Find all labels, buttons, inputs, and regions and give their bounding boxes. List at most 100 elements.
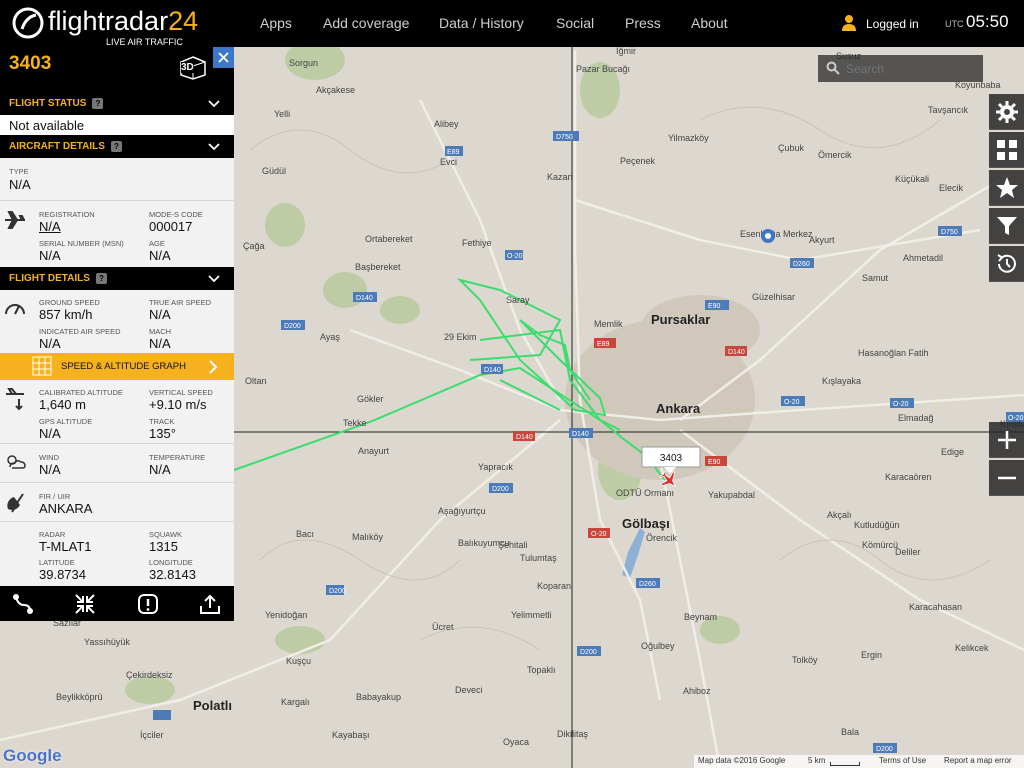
- fir-label: FIR / UIR: [39, 492, 71, 501]
- place-label: Topaklı: [527, 665, 556, 675]
- vertical-speed-label: VERTICAL SPEED: [149, 388, 213, 397]
- alert-icon[interactable]: [137, 593, 159, 615]
- track-label: TRACK: [149, 417, 175, 426]
- speed-section: GROUND SPEED 857 km/h TRUE AIR SPEED N/A…: [0, 290, 234, 354]
- search-input[interactable]: [844, 59, 978, 79]
- graph-button-label: SPEED & ALTITUDE GRAPH: [61, 361, 186, 372]
- filter-button[interactable]: [989, 208, 1024, 244]
- aircraft-details-header[interactable]: AIRCRAFT DETAILS?: [0, 135, 234, 158]
- calibrated-altitude-label: CALIBRATED ALTITUDE: [39, 388, 123, 397]
- bookmarks-button[interactable]: [989, 170, 1024, 206]
- 3d-cube-icon[interactable]: 3D: [180, 56, 206, 80]
- utc-clock: 05:50: [966, 12, 1009, 31]
- close-button[interactable]: [213, 47, 234, 68]
- road-shield-label: E89: [597, 341, 610, 348]
- radar-value: T-MLAT1: [39, 539, 92, 554]
- place-label: Peçenek: [620, 156, 656, 166]
- place-label: Tulumtaş: [520, 553, 557, 563]
- road-shield-label: D140: [728, 349, 745, 356]
- place-label: Gökler: [357, 394, 384, 404]
- route-icon[interactable]: [12, 593, 34, 615]
- history-icon: [996, 253, 1016, 273]
- place-label: Dikilitaş: [557, 729, 589, 739]
- longitude-label: LONGITUDE: [149, 558, 193, 567]
- widgets-button[interactable]: [989, 132, 1024, 168]
- place-label: Esenboğa Merkez: [740, 229, 813, 239]
- share-icon[interactable]: [199, 593, 221, 615]
- place-label: Güdül: [262, 166, 286, 176]
- road-shield-label: D260: [639, 581, 656, 588]
- settings-button[interactable]: [989, 94, 1024, 130]
- road-shield-label: D200: [492, 486, 509, 493]
- zoom-in-button[interactable]: [989, 422, 1024, 458]
- airplane-icon: [0, 211, 30, 229]
- nav-add-coverage[interactable]: Add coverage: [323, 15, 409, 31]
- search-box[interactable]: [818, 55, 983, 82]
- road-shield-label: O-20: [1008, 415, 1024, 422]
- place-label: Yassıhüyük: [84, 637, 130, 647]
- scale-bar: [830, 762, 860, 766]
- place-label: Samut: [862, 273, 889, 283]
- place-label: Akçalı: [827, 510, 852, 520]
- search-icon: [826, 61, 840, 75]
- vertical-speed-value: +9.10 m/s: [149, 397, 207, 412]
- place-label: Bacı: [296, 529, 314, 539]
- pin-icon[interactable]: [761, 229, 775, 243]
- help-icon[interactable]: ?: [95, 272, 107, 284]
- google-logo[interactable]: Google: [3, 746, 62, 766]
- altitude-section: CALIBRATED ALTITUDE 1,640 m VERTICAL SPE…: [0, 380, 234, 444]
- modes-label: MODE-S CODE: [149, 210, 203, 219]
- place-label: Fethiye: [462, 238, 492, 248]
- user-login-status[interactable]: Logged in: [866, 17, 919, 31]
- place-label: Çubuk: [778, 143, 805, 153]
- grid-icon: [996, 139, 1017, 160]
- place-label: Başbereket: [355, 262, 401, 272]
- logo-wordmark: flightradar24: [48, 6, 199, 36]
- flight-details-header[interactable]: FLIGHT DETAILS?: [0, 267, 234, 290]
- nav-social[interactable]: Social: [556, 15, 594, 31]
- flight-status-row: Not available: [0, 115, 234, 135]
- terms-link[interactable]: Terms of Use: [879, 756, 926, 765]
- radar-label: RADAR: [39, 530, 66, 539]
- place-label: Ergin: [861, 650, 882, 660]
- wind-label: WIND: [39, 453, 59, 462]
- nav-about[interactable]: About: [691, 15, 728, 31]
- nav-data-history[interactable]: Data / History: [439, 15, 524, 31]
- longitude-value: 32.8143: [149, 567, 196, 582]
- report-error-link[interactable]: Report a map error: [944, 756, 1012, 765]
- minus-icon: [997, 476, 1016, 479]
- registration-link[interactable]: N/A: [39, 219, 61, 234]
- place-label: İçciler: [140, 730, 164, 740]
- weather-section: WIND N/A TEMPERATURE N/A: [0, 444, 234, 483]
- nav-apps[interactable]: Apps: [260, 15, 292, 31]
- age-label: AGE: [149, 239, 165, 248]
- place-label: Aşağıyurtçu: [438, 506, 486, 516]
- place-label: Yelimmetli: [511, 610, 552, 620]
- nav-press[interactable]: Press: [625, 15, 661, 31]
- place-label: Yenidoğan: [265, 610, 307, 620]
- place-label: Elmadağ: [898, 413, 934, 423]
- flight-status-header[interactable]: FLIGHT STATUS?: [0, 92, 234, 115]
- scale-label: 5 km: [808, 756, 826, 765]
- user-icon[interactable]: [841, 14, 857, 32]
- mach-label: MACH: [149, 327, 172, 336]
- playback-button[interactable]: [989, 246, 1024, 282]
- chevron-down-icon: [208, 143, 220, 151]
- radar-position-section: RADAR T-MLAT1 SQUAWK 1315 LATITUDE 39.87…: [0, 522, 234, 585]
- place-label: Yapracık: [478, 462, 513, 472]
- true-airspeed-label: TRUE AIR SPEED: [149, 298, 212, 307]
- aircraft-details-title: AIRCRAFT DETAILS: [9, 141, 105, 152]
- squawk-label: SQUAWK: [149, 530, 183, 539]
- 3d-button-label: 3D: [181, 62, 194, 73]
- indicated-airspeed-value: N/A: [39, 336, 61, 351]
- road-shield-label: D200: [284, 323, 301, 330]
- track-value: 135°: [149, 426, 176, 441]
- place-label: Karacaören: [885, 472, 932, 482]
- zoom-out-button[interactable]: [989, 460, 1024, 496]
- help-icon[interactable]: ?: [92, 97, 104, 109]
- collapse-icon[interactable]: [74, 593, 96, 615]
- place-label: Saray: [506, 295, 530, 305]
- speed-altitude-graph-button[interactable]: SPEED & ALTITUDE GRAPH: [0, 353, 234, 380]
- chevron-down-icon: [208, 275, 220, 283]
- help-icon[interactable]: ?: [110, 140, 122, 152]
